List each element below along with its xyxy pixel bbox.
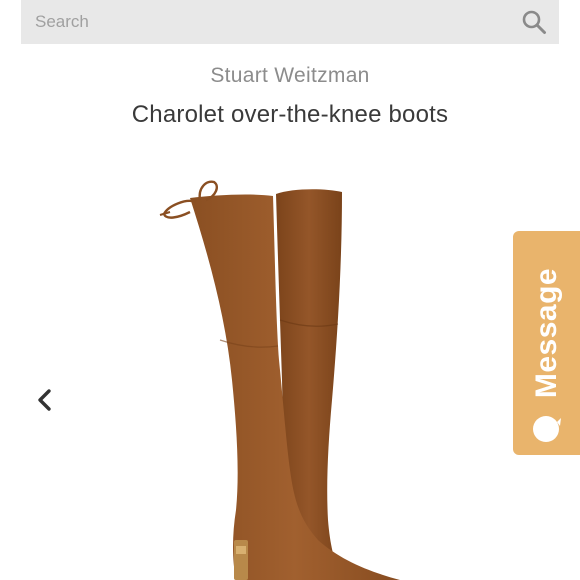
chevron-left-icon[interactable]	[32, 382, 60, 418]
message-label: Message	[530, 267, 563, 399]
message-button[interactable]: Message	[513, 231, 580, 455]
search-input[interactable]	[21, 0, 505, 44]
search-bar	[21, 0, 559, 44]
search-icon[interactable]	[521, 9, 547, 35]
chat-bubble-icon	[533, 416, 561, 442]
product-title: Charolet over-the-knee boots	[131, 101, 449, 128]
brand-name[interactable]: Stuart Weitzman	[0, 64, 580, 88]
product-image	[159, 180, 400, 580]
